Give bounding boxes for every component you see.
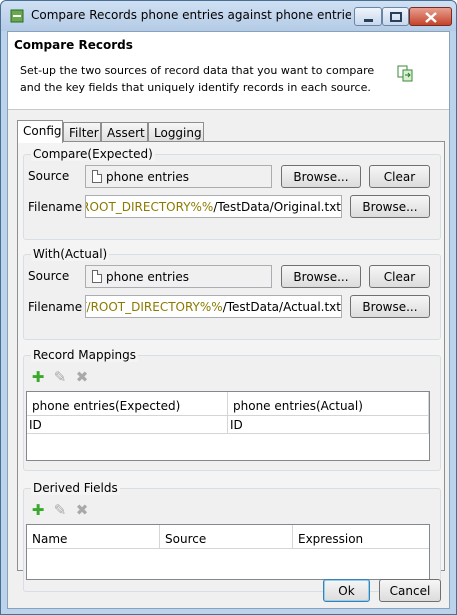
actual-filename-variable: %%PROJECT/ROOT_DIRECTORY%% — [86, 300, 223, 314]
tab-filter[interactable]: Filter — [63, 122, 101, 142]
file-icon — [92, 170, 102, 183]
maximize-icon — [390, 12, 402, 22]
actual-clear-button[interactable]: Clear — [369, 265, 430, 288]
minimize-button[interactable] — [354, 7, 382, 26]
add-icon[interactable]: ✚ — [30, 502, 46, 518]
maximize-button[interactable] — [382, 7, 409, 26]
record-mappings-label: Record Mappings — [31, 348, 139, 362]
expected-source-field: phone entries — [85, 165, 272, 188]
add-icon[interactable]: ✚ — [30, 369, 46, 385]
derived-fields-label: Derived Fields — [31, 481, 120, 495]
mappings-cell-actual[interactable]: ID — [228, 416, 429, 434]
title-bar[interactable]: Compare Records phone entries against ph… — [1, 1, 456, 31]
record-mappings-group: Record Mappings ✚ ✎ ✖ phone entries(Expe… — [23, 348, 441, 471]
dialog-header: Compare Records Set-up the two sources o… — [8, 32, 449, 110]
actual-filename-browse-button[interactable]: Browse... — [350, 295, 430, 318]
tab-assert[interactable]: Assert — [101, 122, 148, 142]
actual-group-label: With(Actual) — [31, 247, 110, 261]
mappings-column-expected[interactable]: phone entries(Expected) — [27, 392, 228, 416]
expected-filename-browse-button[interactable]: Browse... — [350, 195, 430, 218]
expected-filename-input[interactable]: %%PROJECT/ROOT_DIRECTORY%%/TestData/Orig… — [85, 195, 342, 218]
derived-column-source[interactable]: Source — [160, 525, 293, 549]
expected-filename-path: /TestData/Original.txt — [213, 200, 341, 214]
expected-clear-button[interactable]: Clear — [369, 165, 430, 188]
expected-source-value: phone entries — [106, 170, 189, 184]
edit-icon[interactable]: ✎ — [52, 502, 68, 518]
config-panel: Compare(Expected) Source phone entries B… — [17, 141, 445, 592]
file-icon — [92, 270, 102, 283]
mappings-column-actual[interactable]: phone entries(Actual) — [228, 392, 429, 416]
compare-records-icon — [397, 65, 413, 82]
ok-button[interactable]: Ok — [323, 579, 370, 602]
close-icon — [425, 12, 437, 23]
tab-config[interactable]: Config — [17, 120, 63, 143]
actual-group: With(Actual) Source phone entries Browse… — [23, 247, 441, 340]
expected-group-label: Compare(Expected) — [31, 147, 155, 161]
dialog-body: Compare Records Set-up the two sources o… — [7, 31, 450, 609]
delete-icon[interactable]: ✖ — [74, 502, 90, 518]
actual-source-browse-button[interactable]: Browse... — [281, 265, 361, 288]
actual-filename-path: /TestData/Actual.txt — [222, 300, 341, 314]
record-mappings-table[interactable]: phone entries(Expected) phone entries(Ac… — [26, 391, 430, 461]
header-description: Set-up the two sources of record data th… — [20, 64, 375, 94]
actual-source-value: phone entries — [106, 270, 189, 284]
derived-fields-group: Derived Fields ✚ ✎ ✖ Name Source Express… — [23, 481, 441, 592]
edit-icon[interactable]: ✎ — [52, 369, 68, 385]
dialog-window: Compare Records phone entries against ph… — [0, 0, 457, 615]
actual-filename-label: Filename — [28, 300, 83, 314]
derived-column-expression[interactable]: Expression — [293, 525, 429, 549]
delete-icon[interactable]: ✖ — [74, 369, 90, 385]
derived-fields-table[interactable]: Name Source Expression — [26, 524, 430, 580]
actual-source-field: phone entries — [85, 265, 272, 288]
expected-filename-label: Filename — [28, 200, 83, 214]
mappings-cell-expected[interactable]: ID — [27, 416, 228, 434]
expected-source-label: Source — [28, 169, 70, 183]
close-button[interactable] — [409, 7, 452, 26]
actual-filename-input[interactable]: %%PROJECT/ROOT_DIRECTORY%%/TestData/Actu… — [85, 295, 342, 318]
minimize-icon — [364, 19, 373, 22]
expected-group: Compare(Expected) Source phone entries B… — [23, 147, 441, 240]
tab-logging[interactable]: Logging — [148, 122, 204, 142]
actual-source-label: Source — [28, 269, 70, 283]
window-title: Compare Records phone entries against ph… — [31, 8, 351, 22]
cancel-button[interactable]: Cancel — [379, 579, 441, 602]
expected-source-browse-button[interactable]: Browse... — [281, 165, 361, 188]
derived-column-name[interactable]: Name — [27, 525, 160, 549]
header-title: Compare Records — [14, 38, 133, 52]
expected-filename-variable: %%PROJECT/ROOT_DIRECTORY%% — [86, 200, 214, 214]
app-icon — [10, 9, 24, 23]
